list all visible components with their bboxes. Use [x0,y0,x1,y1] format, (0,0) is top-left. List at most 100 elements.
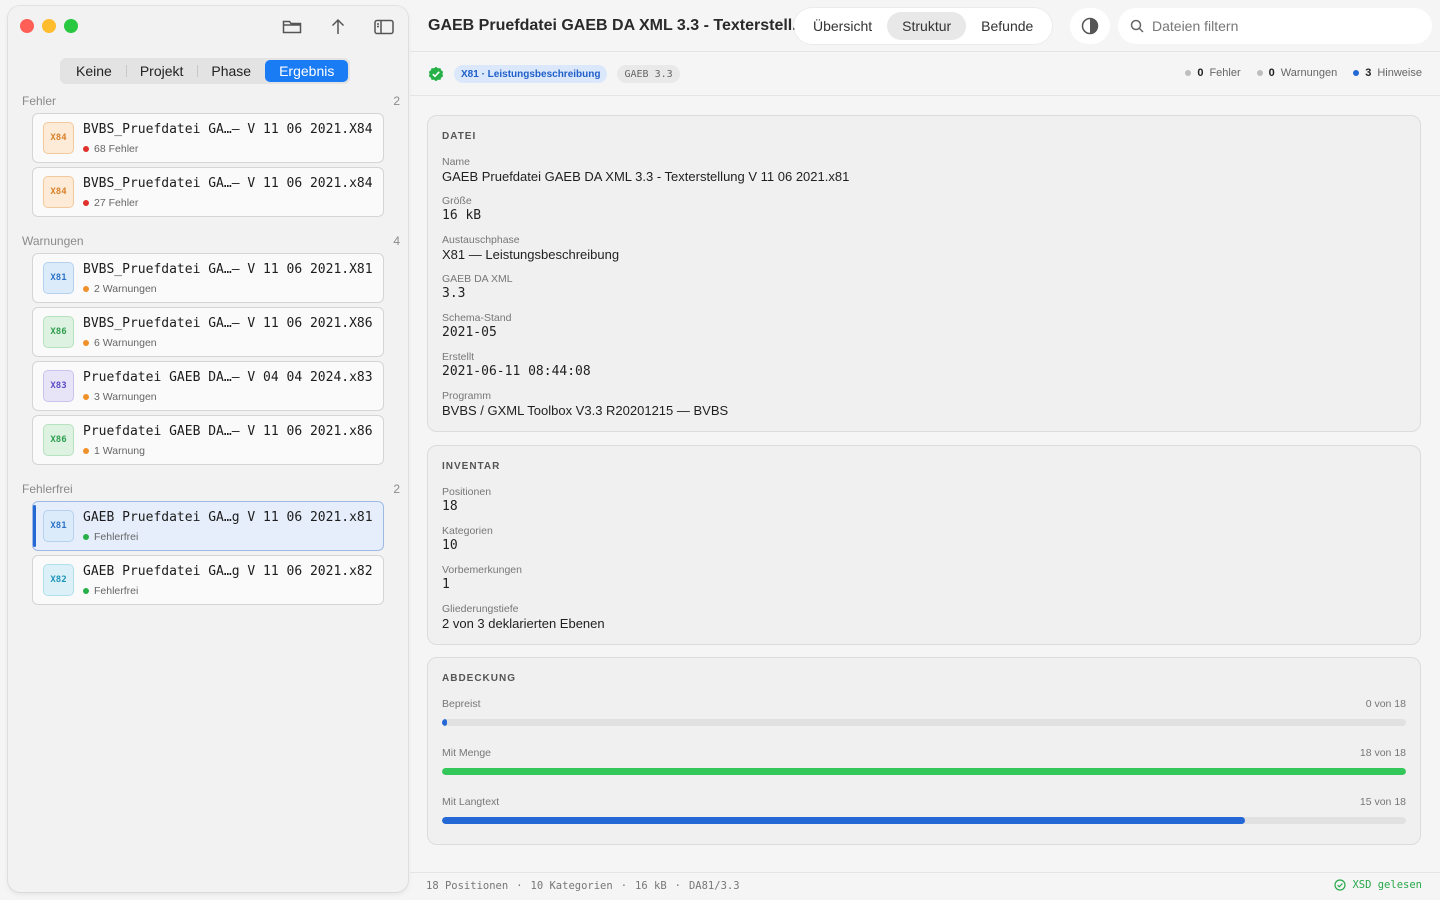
status-dot-icon [83,588,89,594]
file-list-item[interactable]: X84 BVBS_Pruefdatei GA…– V 11 06 2021.x84… [32,167,384,217]
file-name: Pruefdatei GAEB DA…– V 11 06 2021.x86 [83,424,373,439]
group-title: Fehler [22,94,57,108]
minimize-window-button[interactable] [42,19,56,33]
group-count: 2 [393,482,400,496]
phase-chip: X81 · Leistungsbeschreibung [454,65,608,83]
file-status-text: 6 Warnungen [94,337,157,349]
file-list-item[interactable]: X84 BVBS_Pruefdatei GA…– V 11 06 2021.X84… [32,113,384,163]
file-type-badge: X81 [43,510,74,542]
field-value: 1 [442,577,450,592]
file-list-item[interactable]: X81 BVBS_Pruefdatei GA…– V 11 06 2021.X81… [32,253,384,303]
field-label: Name [442,156,471,168]
verified-check-icon [428,66,444,82]
field-label: GAEB DA XML [442,273,513,285]
open-folder-button[interactable] [280,17,304,37]
field-value: 2 von 3 deklarierten Ebenen [442,616,605,631]
footer-divider [410,872,1440,873]
file-name: BVBS_Pruefdatei GA…– V 11 06 2021.X86 [83,316,373,331]
card-heading: ABDECKUNG [442,673,516,684]
file-status-text: 3 Warnungen [94,391,157,403]
status-item: 10 Kategorien [530,880,613,892]
coverage-bar [442,719,1406,726]
file-status-text: 27 Fehler [94,197,139,209]
tab-structure[interactable]: Struktur [887,12,967,40]
separator: · [516,880,523,892]
view-tabs: Übersicht Struktur Befunde [794,8,1053,44]
file-status-text: 1 Warnung [94,445,145,457]
field-value: 16 kB [442,208,482,223]
grouping-project[interactable]: Projekt [125,60,198,82]
coverage-count: 15 von 18 [1359,796,1406,808]
arrow-up-icon [331,18,345,34]
field-label: Austauschphase [442,234,520,246]
hint-count: 3 Hinweise [1353,67,1422,79]
file-list-item[interactable]: X86 BVBS_Pruefdatei GA…– V 11 06 2021.X86… [32,307,384,357]
coverage-bar-fill [442,768,1406,775]
file-type-badge: X81 [43,262,74,294]
coverage-bar [442,817,1406,824]
contrast-icon [1081,17,1099,35]
field-value: 2021-06-11 08:44:08 [442,364,591,379]
inventory-card: INVENTAR Positionen 18 Kategorien 10 Vorbeme… [427,445,1421,645]
field-value: GAEB Pruefdatei GAEB DA XML 3.3 - Texter… [442,169,850,184]
coverage-card: ABDECKUNG Bepreist 0 von 18 Mit Menge 18 vo… [427,657,1421,845]
folder-icon [282,20,302,34]
grouping-phase[interactable]: Phase [197,60,265,82]
status-dot-icon [83,146,89,152]
file-name: BVBS_Pruefdatei GA…– V 11 06 2021.X84 [83,122,373,137]
status-dot-icon [83,340,89,346]
close-window-button[interactable] [20,19,34,33]
file-filter-search [1118,8,1432,44]
status-dot-icon [83,200,89,206]
window-controls [20,19,78,33]
status-dot-icon [83,448,89,454]
file-name: BVBS_Pruefdatei GA…– V 11 06 2021.x84 [83,176,373,191]
search-icon [1130,19,1144,33]
group-header: Warnungen 4 [22,234,400,248]
file-list-item[interactable]: X81 GAEB Pruefdatei GA…g V 11 06 2021.x81… [32,501,384,551]
xsd-status-text: XSD gelesen [1352,879,1422,891]
group-header: Fehlerfrei 2 [22,482,400,496]
file-list-item[interactable]: X82 GAEB Pruefdatei GA…g V 11 06 2021.x82… [32,555,384,605]
zoom-window-button[interactable] [64,19,78,33]
search-input[interactable] [1152,18,1412,34]
file-status-row: X81 · Leistungsbeschreibung GAEB 3.3 [428,65,680,83]
sidebar-toolbar [280,17,396,37]
coverage-label: Mit Langtext [442,796,500,808]
grouping-result[interactable]: Ergebnis [265,60,349,82]
version-chip: GAEB 3.3 [617,65,680,83]
file-list-item[interactable]: X86 Pruefdatei GAEB DA…– V 11 06 2021.x86… [32,415,384,465]
coverage-count: 18 von 18 [1359,747,1406,759]
status-dot-icon [83,394,89,400]
file-status: 68 Fehler [83,143,138,155]
toggle-sidebar-button[interactable] [372,17,396,37]
field-label: Kategorien [442,525,493,537]
sidebar-icon [374,19,394,35]
file-info-card: DATEI Name GAEB Pruefdatei GAEB DA XML 3.… [427,115,1421,432]
file-status: 2 Warnungen [83,283,157,295]
grouping-none[interactable]: Keine [62,60,126,82]
appearance-toggle-button[interactable] [1070,8,1110,44]
tab-findings[interactable]: Befunde [966,12,1048,40]
file-name: BVBS_Pruefdatei GA…– V 11 06 2021.X81 [83,262,373,277]
file-status: Fehlerfrei [83,585,138,597]
coverage-count: 0 von 18 [1365,698,1406,710]
coverage-bar-fill [442,719,447,726]
field-label: Größe [442,195,472,207]
file-type-badge: X86 [43,424,74,456]
file-type-badge: X83 [43,370,74,402]
upload-button[interactable] [326,17,350,37]
file-name: GAEB Pruefdatei GA…g V 11 06 2021.x81 [83,510,373,525]
check-circle-icon [1334,879,1347,891]
separator: · [674,880,681,892]
file-list-item[interactable]: X83 Pruefdatei GAEB DA…– V 04 04 2024.x83… [32,361,384,411]
finding-counts: 0 Fehler 0 Warnungen 3 Hinweise [1185,67,1422,79]
tab-overview[interactable]: Übersicht [798,12,887,40]
file-type-badge: X84 [43,176,74,208]
document-title: GAEB Pruefdatei GAEB DA XML 3.3 - Texter… [428,17,806,34]
field-value: 3.3 [442,286,466,301]
file-status-text: Fehlerfrei [94,585,139,597]
field-value: X81 — Leistungsbeschreibung [442,247,620,262]
warning-count: 0 Warnungen [1256,67,1337,79]
status-item: DA81/3.3 [688,880,740,892]
